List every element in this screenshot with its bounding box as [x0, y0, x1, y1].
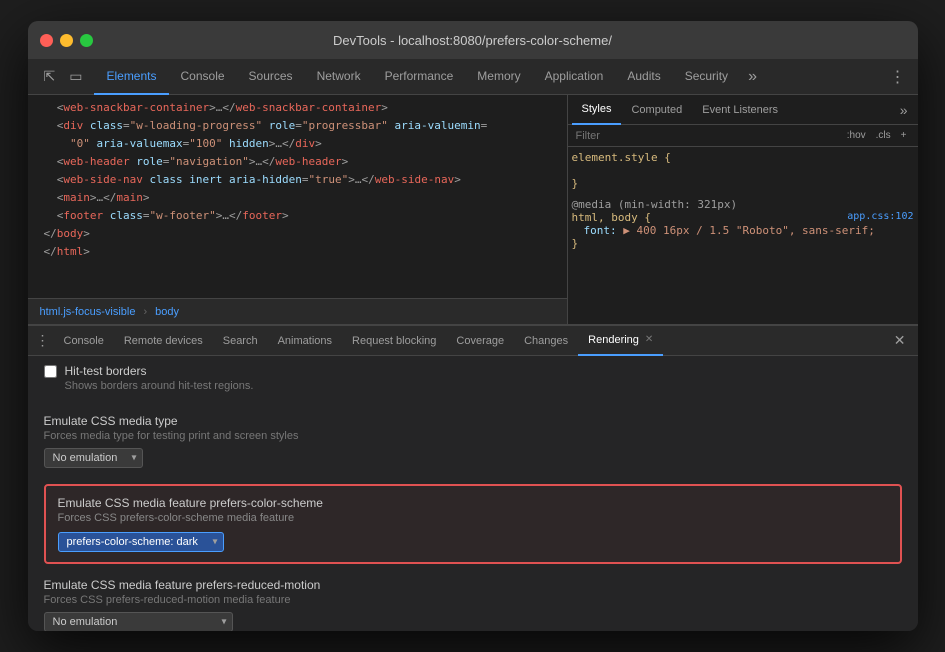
styles-panel: Styles Computed Event Listeners » :hov .… [568, 95, 918, 324]
devtools-window: DevTools - localhost:8080/prefers-color-… [28, 21, 918, 631]
rendering-tab-close[interactable]: ✕ [645, 334, 653, 345]
dom-line: <web-header role="navigation">…</web-hea… [28, 153, 567, 171]
styles-tabs-more-button[interactable]: » [894, 102, 914, 118]
hit-test-desc: Shows borders around hit-test regions. [65, 380, 254, 392]
bottom-tab-changes[interactable]: Changes [514, 326, 578, 356]
bottom-tab-remote-devices[interactable]: Remote devices [114, 326, 213, 356]
tab-network[interactable]: Network [305, 59, 373, 95]
dom-line: "0" aria-valuemax="100" hidden>…</div> [28, 135, 567, 153]
bottom-tab-rendering[interactable]: Rendering ✕ [578, 326, 663, 356]
tab-memory[interactable]: Memory [465, 59, 532, 95]
bottom-tab-bar: ⋮ Console Remote devices Search Animatio… [28, 326, 918, 356]
tab-sources[interactable]: Sources [237, 59, 305, 95]
dom-breadcrumb: html.js-focus-visible › body [28, 298, 567, 324]
styles-filter-row: :hov .cls + [568, 125, 918, 147]
bottom-tab-coverage[interactable]: Coverage [446, 326, 514, 356]
dom-line: </body> [28, 225, 567, 243]
bottom-panel: ⋮ Console Remote devices Search Animatio… [28, 325, 918, 631]
emulate-color-scheme-select-wrapper: No emulation prefers-color-scheme: light… [58, 532, 224, 552]
dom-line: <web-side-nav class inert aria-hidden="t… [28, 171, 567, 189]
bottom-tab-animations[interactable]: Animations [268, 326, 342, 356]
main-content: <web-snackbar-container>…</web-snackbar-… [28, 95, 918, 631]
emulate-color-scheme-section: Emulate CSS media feature prefers-color-… [44, 484, 902, 564]
tab-elements[interactable]: Elements [94, 59, 168, 95]
bottom-tab-search[interactable]: Search [213, 326, 268, 356]
add-style-button[interactable]: + [898, 129, 910, 142]
dom-line: </html> [28, 243, 567, 261]
tab-console[interactable]: Console [169, 59, 237, 95]
emulate-reduced-motion-label: Emulate CSS media feature prefers-reduce… [44, 578, 902, 592]
emulate-color-scheme-label: Emulate CSS media feature prefers-color-… [58, 496, 888, 510]
emulate-color-scheme-desc: Forces CSS prefers-color-scheme media fe… [58, 512, 888, 524]
cursor-icon[interactable]: ⇱ [40, 66, 60, 87]
window-title: DevTools - localhost:8080/prefers-color-… [333, 33, 612, 48]
style-rule-media: @media (min-width: 321px) html, body { a… [572, 198, 914, 250]
more-tabs-button[interactable]: » [740, 68, 765, 86]
emulate-css-type-section: Emulate CSS media type Forces media type… [44, 414, 902, 468]
hov-filter-button[interactable]: :hov [844, 129, 869, 142]
dom-code: <web-snackbar-container>…</web-snackbar-… [28, 95, 567, 298]
bottom-panel-menu-icon[interactable]: ⋮ [32, 332, 54, 349]
minimize-button[interactable] [60, 34, 73, 47]
styles-tab-styles[interactable]: Styles [572, 95, 622, 125]
breadcrumb-item-body[interactable]: body [151, 304, 183, 320]
dom-line: <web-snackbar-container>…</web-snackbar-… [28, 99, 567, 117]
dom-line: <main>…</main> [28, 189, 567, 207]
bottom-tab-console[interactable]: Console [54, 326, 114, 356]
emulate-reduced-motion-desc: Forces CSS prefers-reduced-motion media … [44, 594, 902, 606]
style-rule-element: element.style { } [572, 151, 914, 190]
devtools-tab-bar: ⇱ ▭ Elements Console Sources Network Per… [28, 59, 918, 95]
emulate-reduced-motion-select[interactable]: No emulation prefers-reduced-motion: red… [44, 612, 233, 631]
dom-line: <div class="w-loading-progress" role="pr… [28, 117, 567, 135]
tab-performance[interactable]: Performance [373, 59, 466, 95]
tab-audits[interactable]: Audits [615, 59, 672, 95]
dom-panel: <web-snackbar-container>…</web-snackbar-… [28, 95, 568, 324]
emulate-css-type-label: Emulate CSS media type [44, 414, 902, 428]
rendering-content: Hit-test borders Shows borders around hi… [28, 356, 918, 631]
styles-tab-bar: Styles Computed Event Listeners » [568, 95, 918, 125]
devtools-menu-button[interactable]: ⋮ [882, 67, 914, 87]
dom-line: <footer class="w-footer">…</footer> [28, 207, 567, 225]
styles-filter-input[interactable] [576, 130, 840, 142]
styles-tab-computed[interactable]: Computed [621, 95, 692, 125]
close-button[interactable] [40, 34, 53, 47]
cls-filter-button[interactable]: .cls [873, 129, 894, 142]
emulate-reduced-motion-section: Emulate CSS media feature prefers-reduce… [44, 578, 902, 631]
titlebar: DevTools - localhost:8080/prefers-color-… [28, 21, 918, 59]
emulate-css-type-select[interactable]: No emulation print screen [44, 448, 143, 468]
tab-security[interactable]: Security [673, 59, 740, 95]
hit-test-checkbox[interactable] [44, 365, 57, 378]
styles-tab-event-listeners[interactable]: Event Listeners [692, 95, 788, 125]
hit-test-label: Hit-test borders [65, 364, 254, 378]
emulate-reduced-motion-select-wrapper: No emulation prefers-reduced-motion: red… [44, 612, 233, 631]
emulate-color-scheme-select[interactable]: No emulation prefers-color-scheme: light… [58, 532, 224, 552]
tab-icons: ⇱ ▭ [32, 66, 95, 87]
mobile-icon[interactable]: ▭ [65, 66, 86, 87]
filter-buttons: :hov .cls + [844, 129, 910, 142]
hit-test-section: Hit-test borders Shows borders around hi… [44, 364, 902, 398]
styles-content: element.style { } @media (min-width: 321… [568, 147, 918, 324]
emulate-css-type-desc: Forces media type for testing print and … [44, 430, 902, 442]
bottom-panel-close-button[interactable]: ✕ [886, 332, 914, 349]
traffic-lights [40, 34, 93, 47]
bottom-tab-request-blocking[interactable]: Request blocking [342, 326, 446, 356]
breadcrumb-item-html[interactable]: html.js-focus-visible [36, 304, 140, 320]
maximize-button[interactable] [80, 34, 93, 47]
tab-application[interactable]: Application [533, 59, 616, 95]
emulate-css-type-select-wrapper: No emulation print screen [44, 448, 143, 468]
hit-test-row: Hit-test borders Shows borders around hi… [44, 364, 902, 398]
